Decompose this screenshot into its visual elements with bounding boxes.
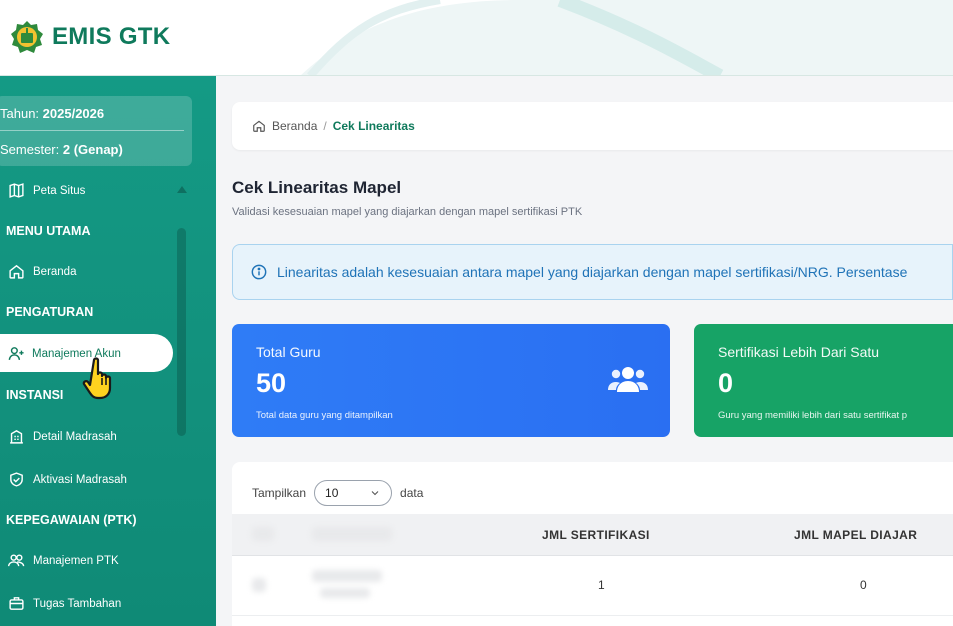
- sidebar-item-manajemen-ptk[interactable]: Manajemen PTK: [8, 552, 119, 569]
- page-size-select[interactable]: 10: [314, 480, 393, 506]
- cell-jml-sertifikasi: 1: [598, 578, 605, 592]
- total-guru-card: Total Guru 50 Total data guru yang ditam…: [232, 324, 670, 437]
- card-label: Total Guru: [256, 344, 321, 360]
- redacted-header: [312, 527, 392, 541]
- breadcrumb-home[interactable]: Beranda: [272, 119, 317, 133]
- semester-row: Semester: 2 (Genap): [0, 142, 123, 157]
- users-group-icon: [608, 367, 648, 392]
- info-alert: Linearitas adalah kesesuaian antara mape…: [232, 244, 953, 300]
- card-label: Sertifikasi Lebih Dari Satu: [718, 344, 880, 360]
- info-icon: [251, 264, 267, 280]
- sertifikasi-card: Sertifikasi Lebih Dari Satu 0 Guru yang …: [694, 324, 953, 437]
- sidebar-item-tugas-tambahan[interactable]: Tugas Tambahan: [8, 595, 121, 612]
- page-subtitle: Validasi kesesuaian mapel yang diajarkan…: [232, 206, 583, 218]
- hand-pointer-cursor-icon: [82, 357, 112, 400]
- user-add-icon: [8, 347, 24, 360]
- breadcrumb-current: Cek Linearitas: [332, 119, 415, 133]
- cell-jml-mapel: 0: [860, 578, 867, 592]
- kemenag-logo-icon: [11, 21, 43, 53]
- semester-value: 2 (Genap): [62, 142, 123, 157]
- header-jml-mapel[interactable]: JML MAPEL DIAJAR: [794, 528, 917, 542]
- academic-period-box: Tahun: 2025/2026 Semester: 2 (Genap): [0, 96, 192, 166]
- card-description: Guru yang memiliki lebih dari satu serti…: [718, 410, 908, 421]
- info-text: Linearitas adalah kesesuaian antara mape…: [277, 264, 908, 280]
- main-content: Beranda / Cek Linearitas Cek Linearitas …: [216, 76, 953, 626]
- year-row: Tahun: 2025/2026: [0, 106, 105, 121]
- section-kepegawaian: KEPEGAWAIAN (PTK): [6, 513, 137, 527]
- divider: [0, 130, 184, 131]
- sidebar-item-detail-madrasah[interactable]: Detail Madrasah: [8, 428, 117, 445]
- redacted-cell: [312, 570, 382, 582]
- table-header: JML SERTIFIKASI JML MAPEL DIAJAR: [232, 514, 953, 556]
- sidebar: Tahun: 2025/2026 Semester: 2 (Genap) Pet…: [0, 76, 216, 626]
- redacted-header: [252, 527, 274, 541]
- page-size-control: Tampilkan 10 data: [252, 480, 423, 506]
- chevron-down-icon: [371, 491, 379, 496]
- sidebar-item-beranda[interactable]: Beranda: [8, 263, 76, 280]
- show-label: Tampilkan: [252, 486, 307, 500]
- map-icon: [9, 183, 24, 198]
- top-header: EMIS GTK: [0, 0, 953, 76]
- home-icon: [9, 264, 24, 279]
- section-instansi: INSTANSI: [6, 388, 64, 402]
- brand[interactable]: EMIS GTK: [10, 20, 170, 54]
- card-value: 50: [256, 368, 287, 398]
- scroll-up-arrow[interactable]: [177, 186, 187, 193]
- section-menu-utama: MENU UTAMA: [6, 224, 91, 238]
- section-pengaturan: PENGATURAN: [6, 305, 94, 319]
- redacted-cell: [320, 588, 370, 598]
- year-value: 2025/2026: [42, 106, 105, 121]
- show-suffix: data: [400, 486, 424, 500]
- breadcrumb: Beranda / Cek Linearitas: [232, 102, 953, 150]
- redacted-cell: [252, 578, 266, 592]
- page-title: Cek Linearitas Mapel: [232, 178, 402, 197]
- shield-check-icon: [10, 472, 23, 487]
- breadcrumb-separator: /: [323, 119, 327, 133]
- card-value: 0: [718, 368, 734, 398]
- users-icon: [8, 554, 25, 567]
- briefcase-icon: [9, 597, 24, 610]
- app-name: EMIS GTK: [52, 23, 171, 50]
- building-icon: [10, 430, 23, 444]
- sidebar-scrollbar[interactable]: [177, 228, 186, 436]
- sidebar-item-sitemap[interactable]: Peta Situs: [8, 182, 85, 199]
- header-jml-sertifikasi[interactable]: JML SERTIFIKASI: [542, 528, 650, 542]
- home-icon[interactable]: [252, 119, 266, 133]
- sidebar-item-aktivasi-madrasah[interactable]: Aktivasi Madrasah: [8, 471, 127, 488]
- card-description: Total data guru yang ditampilkan: [256, 410, 393, 421]
- table-row: 1 0: [232, 556, 953, 616]
- data-table-panel: Tampilkan 10 data JML SERTIFIKASI JML MA…: [232, 462, 953, 626]
